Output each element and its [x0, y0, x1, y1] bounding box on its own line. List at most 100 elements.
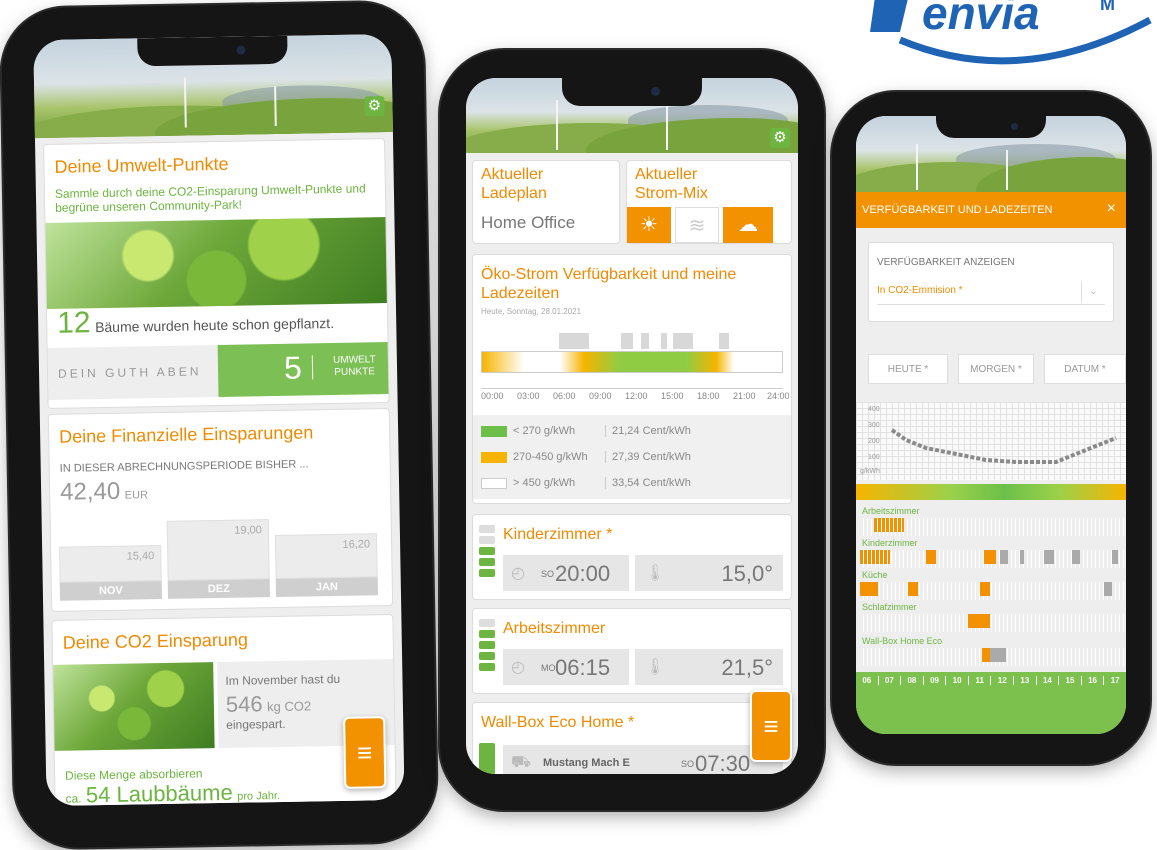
tab-heute[interactable]: HEUTE * — [868, 354, 948, 384]
room-label-arbeitszimmer: Arbeitszimmer — [862, 506, 920, 516]
dialog-header: VERFÜGBARKEIT UND LADEZEITEN × — [856, 192, 1126, 228]
points-label: UMWELT PUNKTE — [311, 354, 389, 380]
leaves-image — [45, 217, 387, 309]
schedule-kueche[interactable] — [860, 582, 1126, 600]
co2-grid-chart: 400 300 200 100 g/kWh — [856, 402, 1126, 480]
camera-icon — [651, 87, 660, 96]
chevron-down-icon: ⌄ — [1081, 281, 1105, 303]
schedule-arbeitszimmer[interactable] — [860, 518, 1126, 536]
select-card: VERFÜGBARKEIT ANZEIGEN In CO2-Emmision *… — [868, 242, 1114, 322]
legend-row-white: > 450 g/kWh 33,54 Cent/kWh — [481, 477, 691, 489]
wind-icon[interactable]: ≋ — [675, 207, 719, 243]
select-label: VERFÜGBARKEIT ANZEIGEN — [877, 257, 1015, 268]
menu-button[interactable]: ≡ — [343, 716, 387, 789]
month-nov[interactable]: NOV — [59, 581, 163, 601]
hour-10: 10 — [946, 676, 969, 685]
schedule-wallbox[interactable] — [860, 648, 1126, 666]
finanz-title: Deine Finanzielle Einsparungen — [59, 422, 314, 447]
bar-jan: 16,20 — [274, 533, 378, 580]
tab-morgen[interactable]: MORGEN * — [958, 354, 1034, 384]
thermometer-icon: 🌡 — [645, 565, 666, 582]
room-time-kinderzimmer[interactable]: ◴ SO 20:00 — [503, 555, 629, 591]
umwelt-punkte-button[interactable]: 5 UMWELT PUNKTE — [217, 342, 389, 398]
clock-icon: ◴ — [511, 565, 525, 582]
screen-verfuegbarkeit: VERFÜGBARKEIT UND LADEZEITEN × VERFÜGBAR… — [856, 116, 1126, 734]
select-value: In CO2-Emmision * — [877, 285, 963, 296]
envia-logo: envia M — [870, 0, 1157, 72]
ladeplan-title: Aktueller Ladeplan — [481, 166, 547, 202]
room-label-wallbox: Wall-Box Home Eco — [862, 636, 943, 646]
room-day: SO — [541, 569, 555, 579]
legend-white-swatch — [481, 477, 507, 489]
legend-white-range: > 450 g/kWh — [513, 477, 576, 489]
tick-06: 06:00 — [553, 391, 576, 401]
room-time-arbeitszimmer[interactable]: ◴ MO 06:15 — [503, 649, 629, 685]
umwelt-punkte-subtitle: Sammle durch deine CO2-Einsparung Umwelt… — [54, 181, 366, 215]
oekostrom-date: Heute, Sonntag, 28.01.2021 — [481, 307, 582, 316]
umwelt-punkte-title: Deine Umwelt-Punkte — [54, 153, 229, 177]
time-axis: 00:00 03:00 06:00 09:00 12:00 15:00 18:0… — [481, 375, 790, 401]
settings-gear-icon[interactable]: ⚙ — [770, 128, 790, 148]
level-indicator — [479, 525, 495, 580]
tick-21: 21:00 — [733, 391, 756, 401]
settings-gear-icon[interactable]: ⚙ — [364, 96, 385, 117]
sun-icon[interactable]: ☀ — [627, 207, 671, 243]
clock-icon: ◴ — [511, 659, 525, 676]
hour-14: 14 — [1037, 676, 1060, 685]
notch — [562, 78, 702, 106]
guthaben-label: DEIN GUTH ABEN — [47, 345, 219, 400]
phone-verfuegbarkeit: VERFÜGBARKEIT UND LADEZEITEN × VERFÜGBAR… — [832, 92, 1150, 764]
ladeplan-tile[interactable]: Aktueller Ladeplan Home Office — [472, 160, 620, 244]
legend: < 270 g/kWh 21,24 Cent/kWh 270-450 g/kWh… — [473, 415, 791, 499]
room-temp: 15,0° — [721, 561, 773, 586]
room-time: 20:00 — [555, 561, 611, 586]
trees-text: Bäume wurden heute schon gepflanzt. — [94, 314, 335, 336]
strommix-icons: ☀ ≋ ☁ — [627, 207, 791, 243]
month-jan[interactable]: JAN — [275, 577, 378, 598]
absorb-trees: 54 Laubbäume — [85, 779, 233, 807]
room-label-schlafzimmer: Schlafzimmer — [862, 602, 917, 612]
tab-datum[interactable]: DATUM * — [1044, 354, 1126, 384]
room-card-kinderzimmer[interactable]: Kinderzimmer * ◴ SO 20:00 🌡 15,0° — [472, 514, 792, 600]
logo-text: envia — [922, 0, 1040, 39]
hour-06: 06 — [856, 676, 879, 685]
room-temp-kinderzimmer[interactable]: 🌡 15,0° — [635, 555, 783, 591]
tick-18: 18:00 — [697, 391, 720, 401]
cloud-icon[interactable]: ☁ — [723, 207, 773, 243]
co2-select[interactable]: In CO2-Emmision * ⌄ — [877, 279, 1105, 305]
tick-24: 24:00 — [767, 391, 790, 401]
notch — [936, 116, 1046, 138]
tick-12: 12:00 — [625, 391, 648, 401]
oekostrom-title: Öko-Strom Verfügbarkeit und meine Ladeze… — [481, 266, 737, 302]
tick-03: 03:00 — [517, 391, 540, 401]
wallbox-time: 07:30 — [695, 751, 751, 774]
legend-row-green: < 270 g/kWh 21,24 Cent/kWh — [481, 425, 691, 437]
wallbox-row[interactable]: ⛟ Mustang Mach E SO 07:30 — [503, 745, 783, 774]
hour-09: 09 — [924, 676, 947, 685]
hour-15: 15 — [1059, 676, 1082, 685]
close-icon[interactable]: × — [1107, 200, 1116, 218]
tick-00: 00:00 — [481, 391, 504, 401]
schedule-schlafzimmer[interactable] — [860, 614, 1126, 632]
co2-amount: 546 — [225, 691, 263, 717]
schedule-kinderzimmer[interactable] — [860, 550, 1126, 568]
room-card-arbeitszimmer[interactable]: Arbeitszimmer ◴ MO 06:15 🌡 21,5° — [472, 608, 792, 694]
room-temp-arbeitszimmer[interactable]: 🌡 21,5° — [635, 649, 783, 685]
menu-button[interactable]: ≡ — [750, 690, 792, 762]
co2-intro: Im November hast du — [225, 671, 341, 688]
co2-unit: kg CO2 — [266, 698, 312, 715]
wallbox-card[interactable]: Wall-Box Eco Home * ⛟ Mustang Mach E SO … — [472, 702, 792, 774]
absorb-per-year: pro Jahr. — [237, 789, 281, 803]
car-name: Mustang Mach E — [543, 757, 630, 769]
savings-currency: EUR — [124, 489, 149, 502]
trees-line: 12 Bäume wurden heute schon gepflanzt. — [57, 302, 334, 341]
absorb-ca: ca. — [65, 791, 82, 806]
availability-bar — [481, 351, 783, 373]
hamburger-icon: ≡ — [356, 737, 373, 768]
savings-amount-line: 42,40 EUR — [60, 477, 148, 507]
month-dez[interactable]: DEZ — [167, 579, 271, 599]
phone-ladeplan: ⚙ Aktueller Ladeplan Home Office Aktuell… — [440, 50, 824, 810]
wallbox-day: SO — [681, 759, 695, 769]
tick-09: 09:00 — [589, 391, 612, 401]
co2-title: Deine CO2 Einsparung — [62, 629, 249, 653]
